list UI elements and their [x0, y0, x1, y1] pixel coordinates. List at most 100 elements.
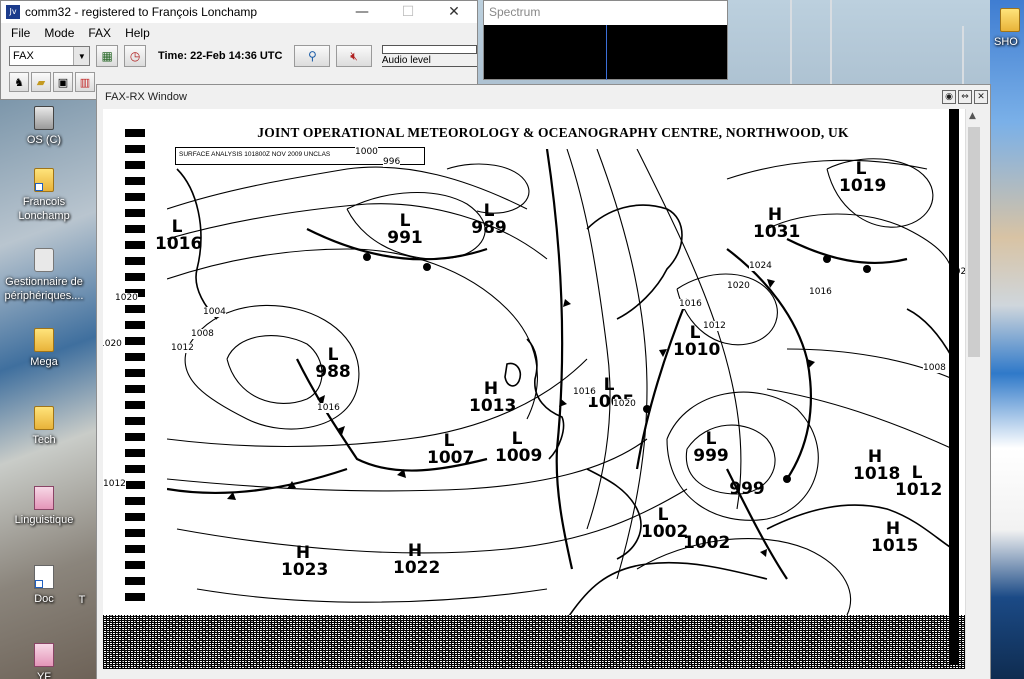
pressure-value: 1010: [673, 340, 721, 360]
desktop-icon-linguistique[interactable]: Linguistique: [0, 486, 90, 527]
boat-mast: [962, 26, 964, 84]
pressure-value: 1012: [895, 480, 943, 500]
front-semicircle: [423, 263, 431, 271]
isobar-label: 1016: [573, 387, 596, 397]
window-title: comm32 - registered to François Lonchamp: [25, 5, 258, 19]
pressure-value: 999: [729, 479, 765, 499]
folder-open-icon: ▰: [36, 75, 46, 89]
open-button[interactable]: ▰: [31, 72, 51, 92]
phasing-mark: [125, 209, 145, 217]
coastline: [766, 504, 953, 550]
vertical-scrollbar[interactable]: ▲: [965, 109, 982, 669]
chart-title: JOINT OPERATIONAL METEOROLOGY & OCEANOGR…: [257, 125, 849, 140]
close-button[interactable]: ✕: [974, 90, 988, 104]
pressure-value: 1009: [495, 446, 543, 466]
isobar-label: 1020: [727, 281, 750, 291]
close-button[interactable]: ✕: [431, 1, 477, 23]
phasing-mark: [125, 321, 145, 329]
phasing-mark: [125, 577, 145, 585]
desktop-icon-device-manager[interactable]: Gestionnaire de périphériques....: [0, 248, 90, 303]
phasing-mark: [125, 353, 145, 361]
spectrum-title[interactable]: Spectrum: [484, 1, 727, 25]
pressure-centre: H 1023: [281, 545, 328, 579]
desktop-icon-tech[interactable]: Tech: [0, 406, 90, 447]
mute-button[interactable]: 🔇︎: [336, 45, 372, 67]
phasing-mark: [125, 193, 145, 201]
phasing-mark: [125, 417, 145, 425]
front-triangle: [760, 549, 767, 557]
fax-settings-button[interactable]: ▦: [96, 45, 119, 67]
isobar: [196, 588, 548, 603]
speaker-icon: 🔇︎: [350, 48, 358, 63]
phasing-mark: [125, 177, 145, 185]
isobar: [636, 538, 852, 615]
desktop-icon-label: YF: [36, 671, 52, 679]
phasing-mark: [125, 225, 145, 233]
fax-image[interactable]: JOINT OPERATIONAL METEOROLOGY & OCEANOGR…: [103, 109, 965, 669]
mode-select[interactable]: FAX ▼: [9, 46, 91, 66]
minimize-button[interactable]: —: [339, 1, 385, 23]
desktop-icon-mega[interactable]: Mega: [0, 328, 90, 369]
user-folder-icon: [34, 168, 54, 192]
isobar-label: 1016: [317, 403, 340, 413]
scroll-up-icon[interactable]: ▲: [969, 111, 976, 121]
pressure-value: 1031: [753, 222, 801, 242]
boat-mast: [790, 0, 792, 84]
phasing-mark: [125, 561, 145, 569]
pressure-centre: 999: [725, 481, 769, 498]
main-toolbar: FAX ▼ ▦ ◷ Time: 22-Feb 14:36 UTC ⚲ 🔇︎ Au…: [1, 43, 478, 69]
phasing-mark: [125, 529, 145, 537]
fax-rx-title: FAX-RX Window: [105, 91, 187, 103]
frequency-marker[interactable]: [606, 25, 607, 80]
comm32-titlebar[interactable]: Jv comm32 - registered to François Lonch…: [1, 1, 477, 23]
phasing-mark: [125, 337, 145, 345]
phasing-mark: [125, 497, 145, 505]
tune-button[interactable]: ⚲: [294, 45, 331, 67]
pressure-centre: H 1018: [853, 449, 900, 483]
phasing-mark: [125, 481, 145, 489]
boat-mast: [830, 0, 832, 84]
isobar-label: 1008: [191, 329, 214, 339]
phasing-mark: [125, 369, 145, 377]
desktop-icon-francois-lonchamp[interactable]: Francois Lonchamp: [0, 168, 90, 223]
pressure-centre: H 1031: [753, 207, 801, 242]
scrollbar-thumb[interactable]: [968, 127, 980, 357]
isobar-label: 1024: [749, 261, 772, 271]
folder-icon: [34, 328, 54, 352]
document-icon: [34, 643, 54, 667]
pressure-value: 1019: [839, 176, 887, 196]
folder-icon: [34, 406, 54, 430]
desktop-icon-os-c[interactable]: OS (C): [0, 98, 90, 147]
pressure-centre: L 1009: [495, 431, 543, 466]
menu-file[interactable]: File: [4, 26, 37, 40]
document-icon: [34, 565, 54, 589]
desktop-icon-yf[interactable]: YF: [0, 643, 90, 679]
front-triangle: [563, 299, 571, 307]
isobar-label: 1016: [809, 287, 832, 297]
phasing-mark: [125, 273, 145, 281]
isobar-label: 1004: [203, 307, 226, 317]
menu-help[interactable]: Help: [118, 26, 157, 40]
chart-button[interactable]: ▥: [75, 72, 95, 92]
isobar-label: 1020: [103, 339, 122, 349]
clock-button[interactable]: ◷: [124, 45, 146, 67]
receive-button[interactable]: ♞: [9, 72, 29, 92]
maximize-button[interactable]: ☐: [385, 1, 431, 23]
save-button[interactable]: ▣: [53, 72, 73, 92]
pressure-centre: L 1016: [155, 219, 202, 253]
record-button[interactable]: ◉: [942, 90, 956, 104]
fax-icon: ▦: [101, 49, 113, 63]
fax-rx-titlebar[interactable]: FAX-RX Window ◉ ⇔ ✕: [97, 85, 990, 109]
isobar-label: 1012: [703, 321, 726, 331]
desktop-icon-sho[interactable]: SHO: [994, 8, 1024, 49]
menu-mode[interactable]: Mode: [37, 26, 81, 40]
pressure-value: 1022: [393, 558, 441, 578]
pressure-value: 999: [693, 446, 729, 466]
menu-fax[interactable]: FAX: [81, 26, 118, 40]
coastline: [568, 561, 768, 615]
pressure-centre: H 1022: [393, 543, 441, 578]
phasing-mark: [125, 465, 145, 473]
pressure-value: 991: [387, 228, 423, 248]
resize-button[interactable]: ⇔: [958, 90, 972, 104]
desktop-icon-label: Mega: [30, 356, 58, 368]
